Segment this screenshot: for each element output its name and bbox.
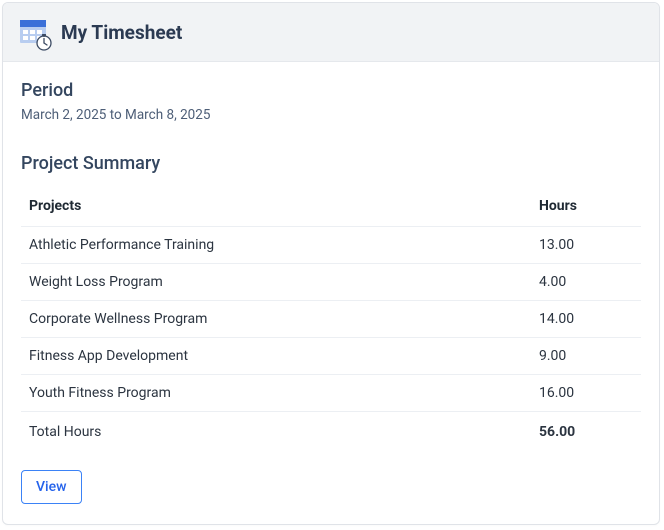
card-body: Period March 2, 2025 to March 8, 2025 Pr… [3,62,659,524]
project-hours: 14.00 [531,301,641,338]
project-hours: 13.00 [531,227,641,264]
project-summary-title: Project Summary [21,153,641,174]
period-text: March 2, 2025 to March 8, 2025 [21,107,641,123]
total-hours-value: 56.00 [531,412,641,453]
timesheet-card: My Timesheet Period March 2, 2025 to Mar… [2,2,660,525]
card-header: My Timesheet [3,3,659,62]
project-name: Fitness App Development [21,338,531,375]
project-name: Corporate Wellness Program [21,301,531,338]
page-title: My Timesheet [61,21,182,44]
period-label: Period [21,80,641,101]
table-row: Corporate Wellness Program14.00 [21,301,641,338]
project-hours: 16.00 [531,375,641,412]
project-name: Weight Loss Program [21,264,531,301]
table-row: Youth Fitness Program16.00 [21,375,641,412]
timesheet-icon [19,17,49,47]
col-header-hours: Hours [531,188,641,227]
col-header-projects: Projects [21,188,531,227]
project-hours: 4.00 [531,264,641,301]
table-row: Athletic Performance Training13.00 [21,227,641,264]
table-row: Fitness App Development9.00 [21,338,641,375]
project-name: Youth Fitness Program [21,375,531,412]
stopwatch-icon [35,33,53,51]
table-row: Weight Loss Program4.00 [21,264,641,301]
project-hours: 9.00 [531,338,641,375]
project-summary-table: Projects Hours Athletic Performance Trai… [21,188,641,452]
project-name: Athletic Performance Training [21,227,531,264]
total-hours-label: Total Hours [21,412,531,453]
view-button[interactable]: View [21,470,82,504]
